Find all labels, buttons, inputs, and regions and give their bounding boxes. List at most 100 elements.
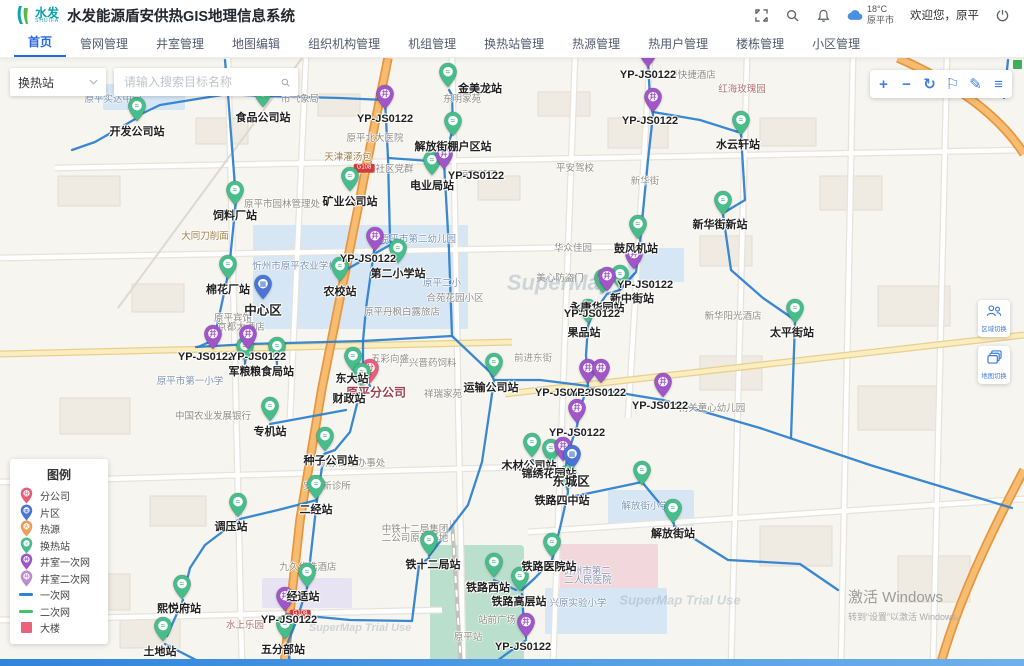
bell-icon[interactable] <box>816 8 831 23</box>
layer-list-icon[interactable]: ≡ <box>987 72 1010 96</box>
svg-text:≈: ≈ <box>618 269 622 278</box>
粮食局站-marker[interactable]: ≈ <box>267 336 287 362</box>
svg-text:≈: ≈ <box>530 437 534 446</box>
财政站-marker[interactable]: ≈ <box>352 362 372 388</box>
map-corner-badge[interactable] <box>1013 60 1022 69</box>
search-input-wrap <box>114 68 298 96</box>
tab-首页[interactable]: 首页 <box>14 30 66 57</box>
开发公司站-marker[interactable]: ≈ <box>127 96 147 122</box>
YP-JS0122-marker[interactable]: 井 <box>516 612 536 638</box>
station-label: 专机站 <box>254 423 287 439</box>
铁路医院站-marker[interactable]: ≈ <box>542 532 562 558</box>
station-marker[interactable]: ≈ <box>632 460 652 486</box>
太平街站-marker[interactable]: ≈ <box>785 298 805 324</box>
农校站-marker[interactable]: ≈ <box>330 256 350 282</box>
土地站-marker[interactable]: ≈ <box>153 616 173 642</box>
legend-label: 二次网 <box>40 604 70 619</box>
YP-JS0122-marker[interactable]: 井 <box>567 398 587 424</box>
tab-机组管理[interactable]: 机组管理 <box>394 32 470 57</box>
zoom-out-icon[interactable]: − <box>895 72 918 96</box>
鼓风机站-marker[interactable]: ≈ <box>628 214 648 240</box>
svg-text:≈: ≈ <box>360 367 364 376</box>
logo-text: 水发 <box>35 7 59 19</box>
svg-text:≈: ≈ <box>671 503 675 512</box>
station-label: 农校站 <box>324 283 357 299</box>
果品站-marker[interactable]: ≈ <box>578 298 598 324</box>
map-switch-button[interactable]: 地图切换 <box>978 346 1010 384</box>
调压站-marker[interactable]: ≈ <box>228 492 248 518</box>
YP-JS0122-marker[interactable]: 井 <box>275 586 295 612</box>
map-place-label: 原平丹枫白露旅店 <box>364 304 440 318</box>
木材公司站-marker[interactable]: ≈ <box>522 432 542 458</box>
map-place-label: 兴原实验小学 <box>549 595 606 609</box>
map-place-label: 美心防盗门 <box>536 270 584 284</box>
铁路高层站-marker[interactable]: ≈ <box>510 566 530 592</box>
经适站-marker[interactable]: ≈ <box>297 562 317 588</box>
tab-管网管理[interactable]: 管网管理 <box>66 32 142 57</box>
金美龙站-marker[interactable]: ≈ <box>438 62 458 88</box>
YP-JS0122-marker[interactable]: 井 <box>375 84 395 110</box>
tab-井室管理[interactable]: 井室管理 <box>142 32 218 57</box>
tab-组织机构管理[interactable]: 组织机构管理 <box>294 32 394 57</box>
station-label: 太平街站 <box>770 324 814 340</box>
tab-热源管理[interactable]: 热源管理 <box>558 32 634 57</box>
第二小学站-marker[interactable]: ≈ <box>388 238 408 264</box>
station-label: YP-JS0122 <box>495 641 551 653</box>
中心区-marker[interactable]: ▦ <box>253 274 273 300</box>
YP-JS0122-marker[interactable]: 井 <box>203 324 223 350</box>
reset-view-icon[interactable]: ↻ <box>918 72 941 96</box>
YP-JS0122-marker[interactable]: 井 <box>434 144 454 170</box>
search-category-select[interactable]: 换热站 <box>10 68 106 96</box>
station-label: 铁路高层站 <box>492 593 547 609</box>
legend-symbol: ▦ <box>19 504 33 521</box>
种子公司站-marker[interactable]: ≈ <box>315 426 335 452</box>
weather-widget: 18°C 原平市 <box>847 4 894 26</box>
tab-换热站管理[interactable]: 换热站管理 <box>470 32 558 57</box>
棉花厂站-marker[interactable]: ≈ <box>218 254 238 280</box>
铁十二局站-marker[interactable]: ≈ <box>419 530 439 556</box>
tab-地图编辑[interactable]: 地图编辑 <box>218 32 294 57</box>
解放街站-marker[interactable]: ≈ <box>663 498 683 524</box>
二经站-marker[interactable]: ≈ <box>306 474 326 500</box>
矿业公司站-marker[interactable]: ≈ <box>340 166 360 192</box>
draw-icon[interactable]: ✎ <box>964 72 987 96</box>
region-switch-button[interactable]: 区域切换 <box>978 300 1010 337</box>
五分部站-marker[interactable]: ≈ <box>275 614 295 640</box>
svg-text:≈: ≈ <box>427 535 431 544</box>
新华街新站-marker[interactable]: ≈ <box>713 190 733 216</box>
YP-JS0122-marker[interactable]: 井 <box>597 266 617 292</box>
铁路四中站-marker[interactable]: ≈ <box>558 464 578 490</box>
map-place-label: 新华阳光酒店 <box>704 308 761 322</box>
zoom-in-icon[interactable]: + <box>872 72 895 96</box>
解放街棚户区站-marker[interactable]: ≈ <box>443 111 463 137</box>
水云轩站-marker[interactable]: ≈ <box>731 110 751 136</box>
tab-楼栋管理[interactable]: 楼栋管理 <box>722 32 798 57</box>
YP-JS0122-marker[interactable]: 井 <box>238 324 258 350</box>
map-canvas[interactable]: ≈开发公司站 ≈食品公司站 井YP-JS0122 ≈解放街棚户区站 ≈金美龙站 … <box>0 58 1024 666</box>
运输公司站-marker[interactable]: ≈ <box>484 352 504 378</box>
tab-热用户管理[interactable]: 热用户管理 <box>634 32 722 57</box>
铁路西站-marker[interactable]: ≈ <box>484 552 504 578</box>
measure-icon[interactable]: ⚐ <box>941 72 964 96</box>
svg-text:≈: ≈ <box>268 401 272 410</box>
专机站-marker[interactable]: ≈ <box>260 396 280 422</box>
search-submit-icon[interactable] <box>281 76 290 89</box>
legend-symbol <box>19 622 33 633</box>
logout-icon[interactable] <box>995 8 1010 23</box>
tab-小区管理[interactable]: 小区管理 <box>798 32 874 57</box>
熙悦府站-marker[interactable]: ≈ <box>172 574 192 600</box>
YP-JS0122-marker[interactable]: 井 <box>653 372 673 398</box>
YP-JS0122-marker[interactable]: 井 <box>365 226 385 252</box>
饲料厂站-marker[interactable]: ≈ <box>225 180 245 206</box>
YP-JS0122-marker[interactable]: 井 <box>643 87 663 113</box>
map-place-label: 站前广场 <box>478 612 516 626</box>
map-place-label: 红海玫瑰园 <box>718 81 766 95</box>
svg-text:井: 井 <box>371 231 378 240</box>
YP-JS0122-marker[interactable]: 井 <box>638 58 658 68</box>
svg-text:≈: ≈ <box>636 219 640 228</box>
YP-JS0122-marker[interactable]: 井 <box>591 358 611 384</box>
station-label: 新中街站 <box>610 290 654 306</box>
search-input[interactable] <box>122 74 281 90</box>
search-icon[interactable] <box>785 8 800 23</box>
fullscreen-icon[interactable] <box>754 8 769 23</box>
